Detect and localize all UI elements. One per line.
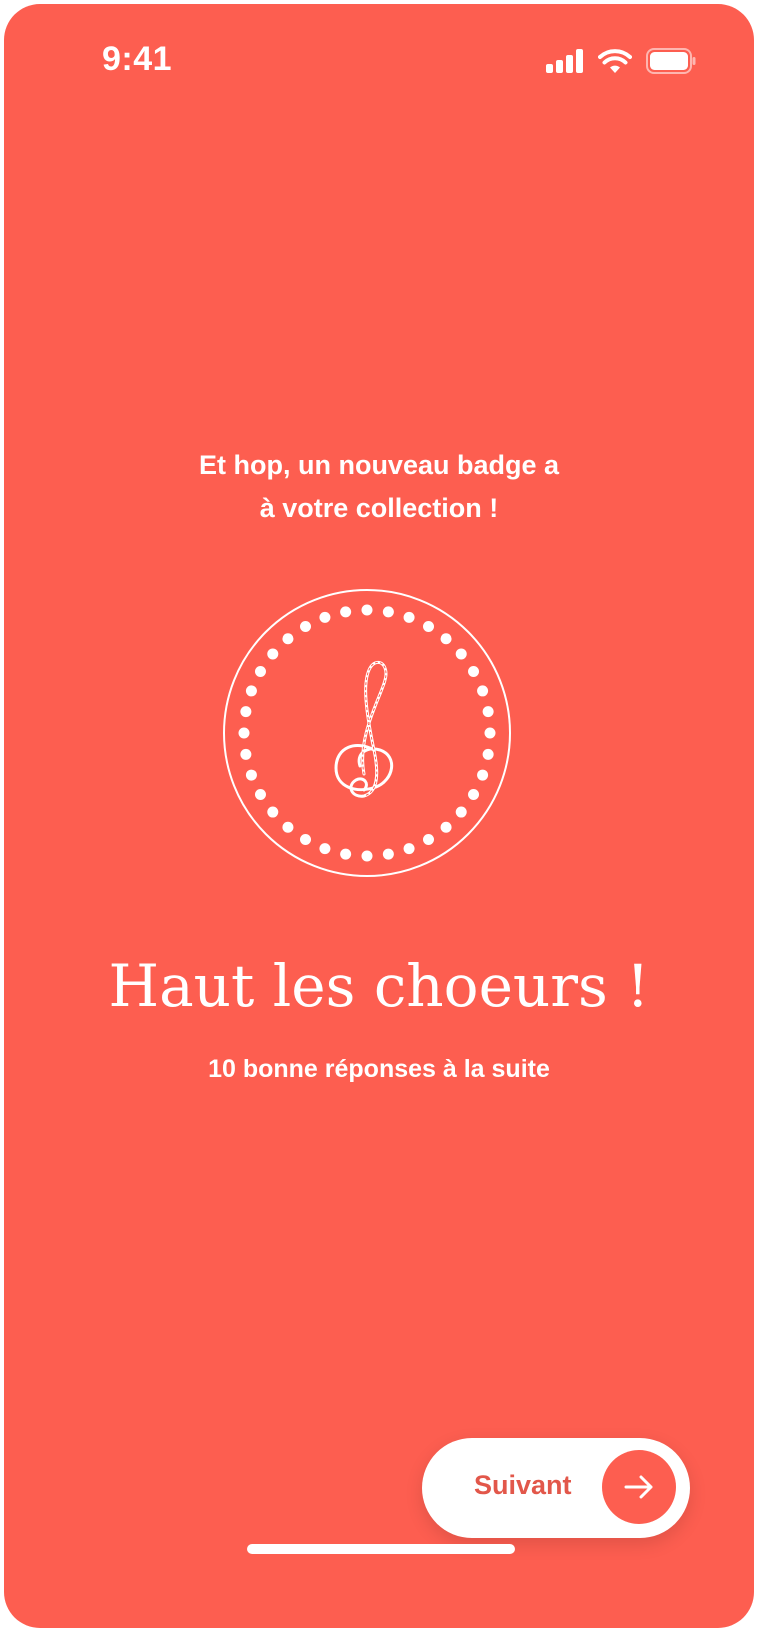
status-time: 9:41 <box>102 40 173 78</box>
badge-dot <box>254 666 266 677</box>
wifi-icon <box>598 48 632 74</box>
badge-dot <box>245 769 257 781</box>
badge-description: 10 bonne réponses à la suite <box>208 1055 550 1083</box>
home-indicator[interactable] <box>247 1544 515 1554</box>
intro-line-2: à votre collection ! <box>259 493 499 523</box>
badge-dot <box>282 821 294 833</box>
badge-dot <box>482 706 494 718</box>
badge-dot <box>468 789 480 800</box>
signal-icon <box>546 49 584 73</box>
badge-title: Haut les choeurs ! <box>108 952 650 1020</box>
badge-dot <box>423 834 434 846</box>
badge-medallion <box>216 582 518 884</box>
badge-dot <box>484 727 496 739</box>
badge-dot <box>455 648 467 660</box>
battery-icon <box>646 48 696 74</box>
badge-dot <box>455 806 467 818</box>
treble-clef-icon <box>334 660 393 798</box>
badge-dot <box>238 727 250 739</box>
badge-dot <box>300 834 311 846</box>
badge-dot <box>477 769 489 781</box>
badge-dot <box>440 821 452 833</box>
status-icons <box>546 48 696 74</box>
badge-dot <box>403 843 415 855</box>
badge-dot <box>361 850 373 862</box>
next-arrow-circle[interactable] <box>602 1450 676 1524</box>
badge-dot <box>282 633 294 645</box>
badge-dot <box>361 604 373 616</box>
badge-dot <box>482 748 494 760</box>
next-button-label: Suivant <box>474 1470 572 1500</box>
badge-dot <box>240 748 252 760</box>
badge-dot <box>240 706 252 718</box>
intro-message: Et hop, un nouveau badge a à votre colle… <box>4 444 754 530</box>
badge-dot <box>267 648 279 660</box>
intro-line-1: Et hop, un nouveau badge a <box>198 450 560 480</box>
badge-dot <box>340 606 352 618</box>
badge-dot <box>403 611 415 623</box>
badge-dot <box>340 848 352 860</box>
next-button[interactable]: Suivant <box>422 1438 690 1538</box>
badge-dot <box>267 806 279 818</box>
badge-dot <box>382 606 394 618</box>
arrow-right-icon <box>624 1475 653 1499</box>
badge-dot <box>423 620 434 632</box>
badge-dot <box>300 620 311 632</box>
badge-dot <box>254 789 266 800</box>
badge-dot <box>468 666 480 677</box>
badge-dot <box>440 633 452 645</box>
badge-dot <box>319 611 331 623</box>
phone-screen: 9:41 Et hop, un nouveau badge a à votre … <box>4 4 754 1628</box>
badge-dot <box>245 685 257 697</box>
badge-dot <box>382 848 394 860</box>
badge-dot <box>477 685 489 697</box>
badge-dot <box>319 843 331 855</box>
